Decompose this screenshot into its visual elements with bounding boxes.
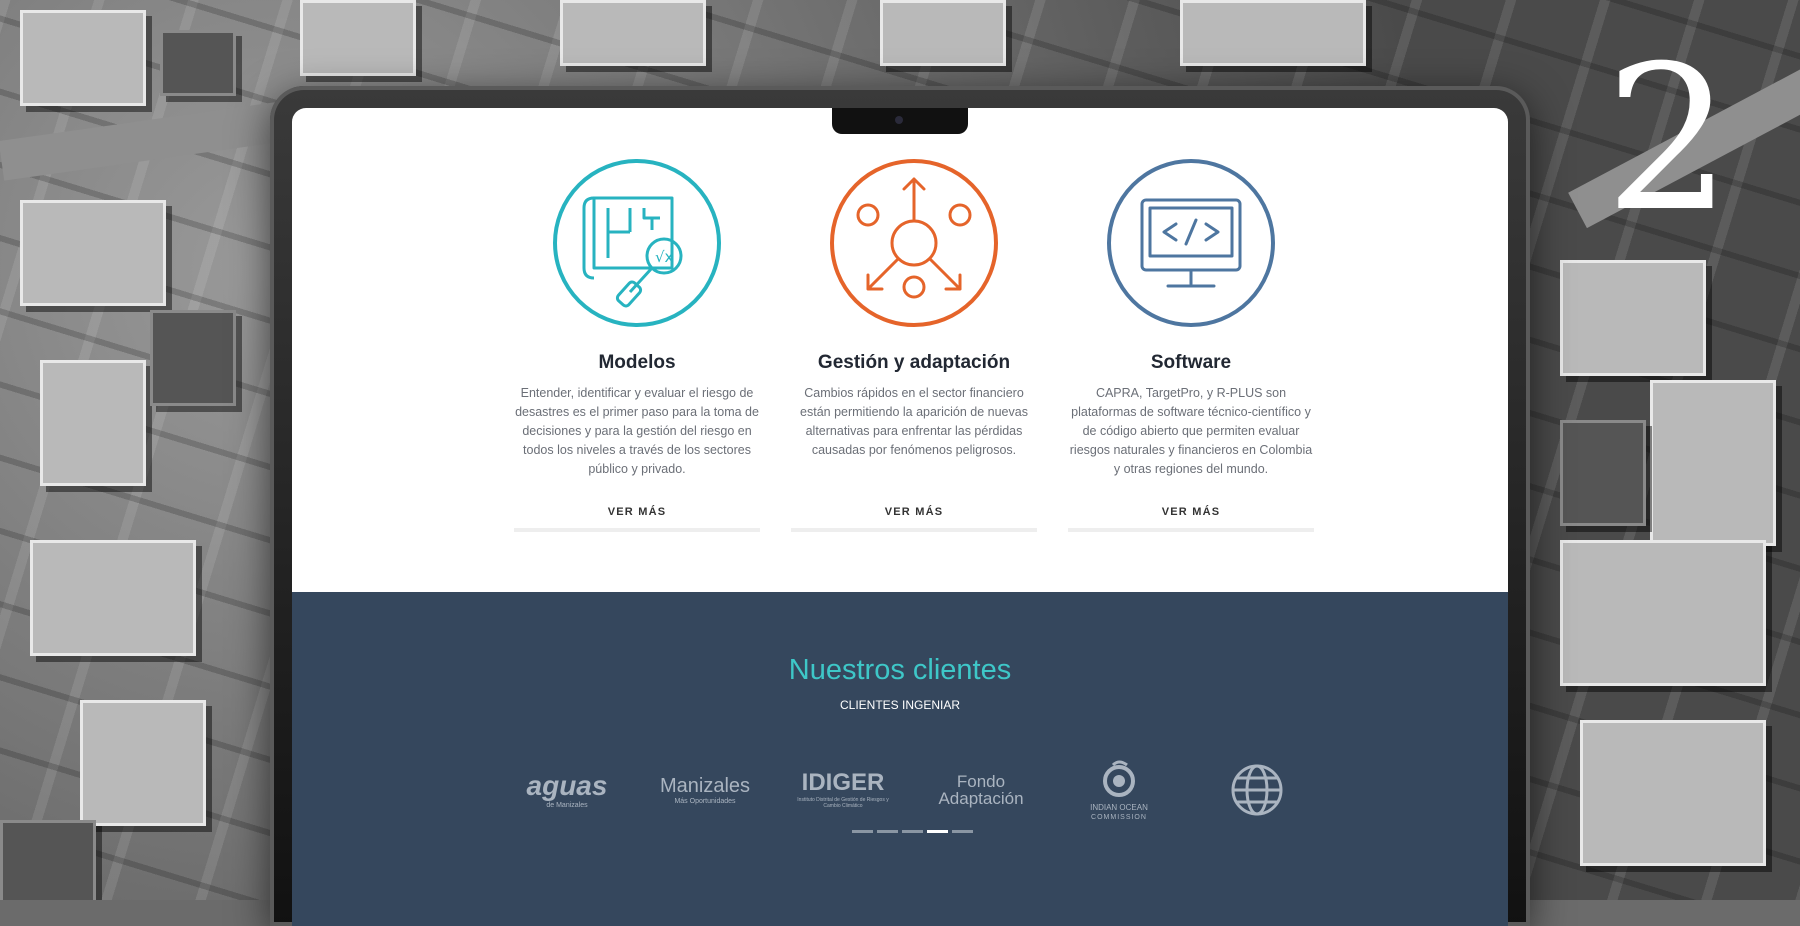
service-card-modelos: √x Modelos Entender, identificar y evalu…	[514, 158, 760, 532]
clients-title: Nuestros clientes	[788, 654, 1012, 686]
ver-mas-button[interactable]: VER MÁS	[514, 498, 760, 532]
carousel-dot[interactable]	[952, 830, 973, 833]
fondo-adaptacion-logo[interactable]: Fondo Adaptación	[926, 755, 1036, 825]
clients-section: Nuestros clientes CLIENTES INGENIAR agua…	[292, 592, 1508, 926]
ioc-emblem-icon	[1103, 760, 1135, 797]
svg-text:√x: √x	[655, 248, 674, 266]
carousel-dot[interactable]	[902, 830, 923, 833]
card-title: Gestión y adaptación	[817, 352, 1011, 373]
blueprint-magnifier-icon: √x	[553, 159, 721, 327]
card-title: Modelos	[598, 352, 676, 373]
clients-subtitle: CLIENTES INGENIAR	[839, 698, 961, 712]
services-section: √x Modelos Entender, identificar y evalu…	[514, 158, 1314, 532]
ver-mas-button[interactable]: VER MÁS	[791, 498, 1037, 532]
idiger-logo[interactable]: IDIGER Instituto Distrital de Gestión de…	[788, 755, 898, 825]
card-title: Software	[1150, 352, 1232, 373]
globe-icon	[1231, 764, 1283, 816]
indian-ocean-commission-logo[interactable]: INDIAN OCEAN COMMISSION	[1064, 755, 1174, 825]
service-card-software: Software CAPRA, TargetPro, y R-PLUS son …	[1068, 158, 1314, 532]
laptop-notch	[832, 108, 968, 134]
monitor-code-icon	[1107, 159, 1275, 327]
card-description: Entender, identificar y evaluar el riesg…	[515, 386, 759, 476]
alcaldia-manizales-logo[interactable]: Manizales Más Oportunidades	[650, 755, 760, 825]
carousel-dot[interactable]	[927, 830, 948, 833]
carousel-dot[interactable]	[852, 830, 873, 833]
service-card-gestion: Gestión y adaptación Cambios rápidos en …	[791, 158, 1037, 532]
carousel-indicators	[852, 830, 973, 833]
network-arrows-icon	[830, 159, 998, 327]
client-logos: aguas de Manizales Manizales Más Oportun…	[512, 750, 1312, 830]
aguas-de-manizales-logo[interactable]: aguas de Manizales	[512, 755, 622, 825]
ver-mas-button[interactable]: VER MÁS	[1068, 498, 1314, 532]
card-description: CAPRA, TargetPro, y R-PLUS son plataform…	[1069, 386, 1313, 476]
slide-number: 2	[1604, 23, 1732, 256]
carousel-dot[interactable]	[877, 830, 898, 833]
laptop-screen: √x Modelos Entender, identificar y evalu…	[292, 108, 1508, 926]
card-description: Cambios rápidos en el sector financiero …	[800, 386, 1028, 457]
camera-icon	[895, 116, 903, 124]
world-bank-logo[interactable]	[1202, 755, 1312, 825]
laptop-frame: √x Modelos Entender, identificar y evalu…	[270, 86, 1530, 926]
